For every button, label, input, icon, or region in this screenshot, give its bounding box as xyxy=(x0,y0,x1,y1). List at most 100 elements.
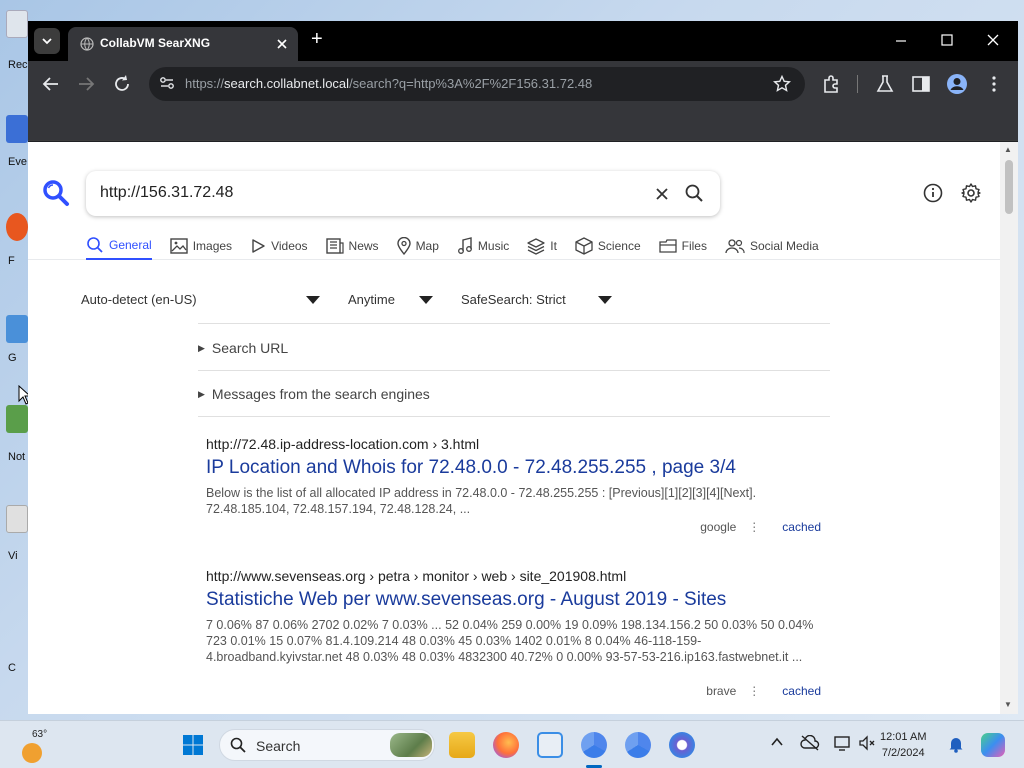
forward-icon[interactable] xyxy=(75,73,97,95)
chevron-down-icon xyxy=(42,38,52,45)
bookmark-star-icon[interactable] xyxy=(773,75,791,93)
scroll-down-arrow-icon[interactable]: ▼ xyxy=(1004,700,1012,709)
close-tab-icon[interactable] xyxy=(276,38,288,50)
globe-icon xyxy=(80,37,94,51)
tab-label: News xyxy=(348,239,379,253)
app-icon[interactable] xyxy=(6,315,28,343)
tab-science[interactable]: Science xyxy=(575,232,641,260)
chevron-down-icon[interactable] xyxy=(598,296,612,304)
folder-icon xyxy=(658,239,677,253)
taskbar-clock[interactable]: 12:01 AM 7/2/2024 xyxy=(880,729,926,761)
new-tab-button[interactable]: + xyxy=(311,29,323,49)
tab-files[interactable]: Files xyxy=(658,232,707,260)
volume-muted-icon[interactable] xyxy=(858,735,876,751)
layers-icon xyxy=(527,238,545,255)
cloud-offline-icon[interactable] xyxy=(800,735,820,751)
safesearch-select[interactable]: SafeSearch: Strict xyxy=(461,292,566,307)
clock-time: 12:01 AM xyxy=(880,731,927,743)
app-icon[interactable] xyxy=(669,732,695,758)
tab-map[interactable]: Map xyxy=(396,232,439,260)
weather-temp: 63° xyxy=(32,729,48,740)
search-icon xyxy=(87,237,103,253)
copilot-icon[interactable] xyxy=(981,733,1005,757)
extensions-icon[interactable] xyxy=(820,73,842,95)
tab-search-button[interactable] xyxy=(34,28,60,54)
more-menu-icon[interactable] xyxy=(983,73,1005,95)
result-engine: brave xyxy=(706,684,737,698)
search-submit-icon[interactable] xyxy=(684,183,704,203)
tab-general[interactable]: General xyxy=(86,232,152,260)
more-vertical-icon[interactable]: ⋮ xyxy=(748,684,760,698)
side-panel-icon[interactable] xyxy=(910,73,932,95)
page-content: http://156.31.72.48 General Images Video… xyxy=(28,142,1000,714)
chevron-down-icon[interactable] xyxy=(306,296,320,304)
tab-bar: CollabVM SearXNG + xyxy=(28,21,1018,61)
tab-videos[interactable]: Videos xyxy=(250,232,308,260)
tab-news[interactable]: News xyxy=(325,232,379,260)
tab-searxng[interactable]: CollabVM SearXNG xyxy=(68,27,298,61)
firefox-icon[interactable] xyxy=(6,213,28,241)
searxng-logo-icon[interactable] xyxy=(42,179,70,207)
taskbar-search[interactable]: Search xyxy=(219,729,435,761)
play-icon xyxy=(252,239,265,253)
network-icon[interactable] xyxy=(834,735,852,751)
search-input[interactable]: http://156.31.72.48 xyxy=(86,171,720,216)
bookmarks-bar xyxy=(28,107,1018,141)
chrome-icon[interactable] xyxy=(581,732,607,758)
back-icon[interactable] xyxy=(40,73,62,95)
desktop-label: Not xyxy=(8,451,26,463)
result-url[interactable]: http://72.48.ip-address-location.com › 3… xyxy=(206,436,826,452)
search-url-label: Search URL xyxy=(211,340,289,356)
scroll-up-arrow-icon[interactable]: ▲ xyxy=(1004,145,1012,154)
gear-icon[interactable] xyxy=(960,182,982,204)
info-icon[interactable] xyxy=(922,182,944,204)
time-range-select[interactable]: Anytime xyxy=(348,292,395,307)
search-url-toggle[interactable]: ▶ Search URL xyxy=(198,340,288,356)
tab-it[interactable]: It xyxy=(527,232,557,260)
tab-label: Files xyxy=(681,239,707,253)
more-vertical-icon[interactable]: ⋮ xyxy=(748,520,760,534)
tab-label: General xyxy=(109,238,152,252)
app-window-icon[interactable] xyxy=(537,732,563,758)
cached-link[interactable]: cached xyxy=(782,520,821,534)
maximize-icon[interactable] xyxy=(932,34,962,48)
reload-icon[interactable] xyxy=(111,73,133,95)
engine-messages-toggle[interactable]: ▶ Messages from the search engines xyxy=(198,386,430,402)
recycle-bin-icon[interactable] xyxy=(6,10,28,38)
labs-flask-icon[interactable] xyxy=(874,73,896,95)
desktop-label: Eve xyxy=(8,156,27,168)
tab-label: Videos xyxy=(271,239,308,253)
taskbar: 63° Search 12:01 AM 7/2/2024 xyxy=(0,720,1024,768)
app-icon[interactable] xyxy=(6,505,28,533)
minimize-icon[interactable] xyxy=(886,35,916,47)
clear-search-icon[interactable] xyxy=(654,186,670,202)
category-tabs: General Images Videos News Map Music It … xyxy=(86,232,837,260)
language-select[interactable]: Auto-detect (en-US) xyxy=(81,292,197,307)
url-text: https://search.collabnet.local/search?q=… xyxy=(185,76,592,91)
windows-start-icon[interactable] xyxy=(182,734,204,756)
tab-social-media[interactable]: Social Media xyxy=(725,232,819,260)
app-icon[interactable] xyxy=(6,115,28,143)
scrollbar-thumb[interactable] xyxy=(1005,160,1013,214)
result-url[interactable]: http://www.sevenseas.org › petra › monit… xyxy=(206,568,826,584)
file-explorer-icon[interactable] xyxy=(449,732,475,758)
search-result: http://72.48.ip-address-location.com › 3… xyxy=(206,436,826,536)
url-host: search.collabnet.local xyxy=(224,76,350,91)
chrome-profile-icon[interactable] xyxy=(625,732,651,758)
close-window-icon[interactable] xyxy=(978,34,1008,48)
result-title-link[interactable]: IP Location and Whois for 72.48.0.0 - 72… xyxy=(206,457,826,479)
firefox-icon[interactable] xyxy=(493,732,519,758)
cached-link[interactable]: cached xyxy=(782,684,821,698)
chevron-up-icon[interactable] xyxy=(770,735,784,749)
tab-images[interactable]: Images xyxy=(170,232,232,260)
notepad-icon[interactable] xyxy=(6,405,28,433)
notification-bell-icon[interactable] xyxy=(948,735,964,753)
chevron-down-icon[interactable] xyxy=(419,296,433,304)
tab-music[interactable]: Music xyxy=(457,232,509,260)
address-bar[interactable]: https://search.collabnet.local/search?q=… xyxy=(149,67,805,101)
profile-avatar-icon[interactable] xyxy=(946,73,968,95)
result-title-link[interactable]: Statistiche Web per www.sevenseas.org - … xyxy=(206,589,826,611)
site-settings-icon[interactable] xyxy=(159,75,175,91)
result-meta: google ⋮ cached xyxy=(700,520,821,534)
page-scrollbar[interactable]: ▲ ▼ xyxy=(1000,142,1018,714)
